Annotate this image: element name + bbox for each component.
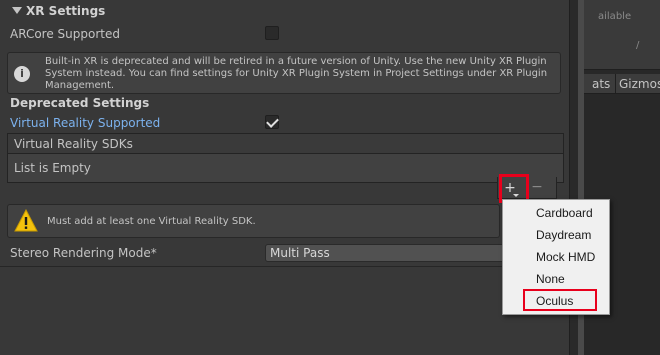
list-empty-text: List is Empty: [14, 161, 91, 175]
slash-text: /: [636, 40, 640, 51]
xr-settings-foldout[interactable]: XR Settings: [0, 0, 569, 22]
menu-item-label: None: [536, 272, 565, 286]
inspector-lower-area: [0, 266, 569, 355]
vr-supported-checkbox[interactable]: [265, 115, 279, 129]
gizmos-button[interactable]: Gizmos: [619, 77, 660, 91]
vr-sdk-list: Virtual Reality SDKs List is Empty: [7, 133, 564, 183]
available-text: ailable: [598, 11, 632, 22]
stereo-rendering-label: Stereo Rendering Mode*: [10, 246, 157, 260]
vr-sdk-list-title: Virtual Reality SDKs: [14, 137, 133, 151]
xr-settings-title: XR Settings: [26, 4, 106, 18]
menu-item-label: Cardboard: [536, 206, 593, 220]
foldout-arrow-icon[interactable]: [12, 7, 22, 14]
menu-item-daydream[interactable]: Daydream: [503, 224, 609, 246]
warning-helpbox: Must add at least one Virtual Reality SD…: [7, 204, 500, 238]
stats-button[interactable]: ats: [592, 77, 610, 91]
toolbar-separator: [615, 74, 616, 94]
menu-item-mock-hmd[interactable]: Mock HMD: [503, 246, 609, 268]
vr-sdk-list-header: Virtual Reality SDKs: [8, 134, 563, 154]
remove-sdk-button[interactable]: −: [530, 180, 544, 196]
scene-toolbar: ats Gizmos: [584, 74, 660, 94]
deprecated-settings-heading: Deprecated Settings: [10, 96, 150, 110]
vr-supported-label: Virtual Reality Supported: [10, 116, 161, 130]
stereo-rendering-value: Multi Pass: [270, 246, 330, 260]
deprecation-helpbox: i Built-in XR is deprecated and will be …: [7, 52, 561, 94]
inspector-panel: XR Settings ARCore Supported i Built-in …: [0, 0, 569, 266]
menu-item-cardboard[interactable]: Cardboard: [503, 202, 609, 224]
oculus-highlight-box: [523, 289, 597, 311]
warning-text: Must add at least one Virtual Reality SD…: [47, 216, 256, 227]
arcore-label: ARCore Supported: [10, 27, 120, 41]
info-icon: i: [14, 66, 30, 82]
right-top-area: ailable /: [584, 0, 660, 70]
arcore-checkbox[interactable]: [265, 26, 279, 40]
menu-item-none[interactable]: None: [503, 268, 609, 290]
deprecation-text: Built-in XR is deprecated and will be re…: [45, 56, 548, 91]
menu-item-label: Daydream: [536, 228, 592, 242]
stereo-rendering-dropdown[interactable]: Multi Pass: [265, 244, 505, 262]
menu-item-label: Mock HMD: [536, 250, 596, 264]
warning-icon: [14, 209, 38, 232]
